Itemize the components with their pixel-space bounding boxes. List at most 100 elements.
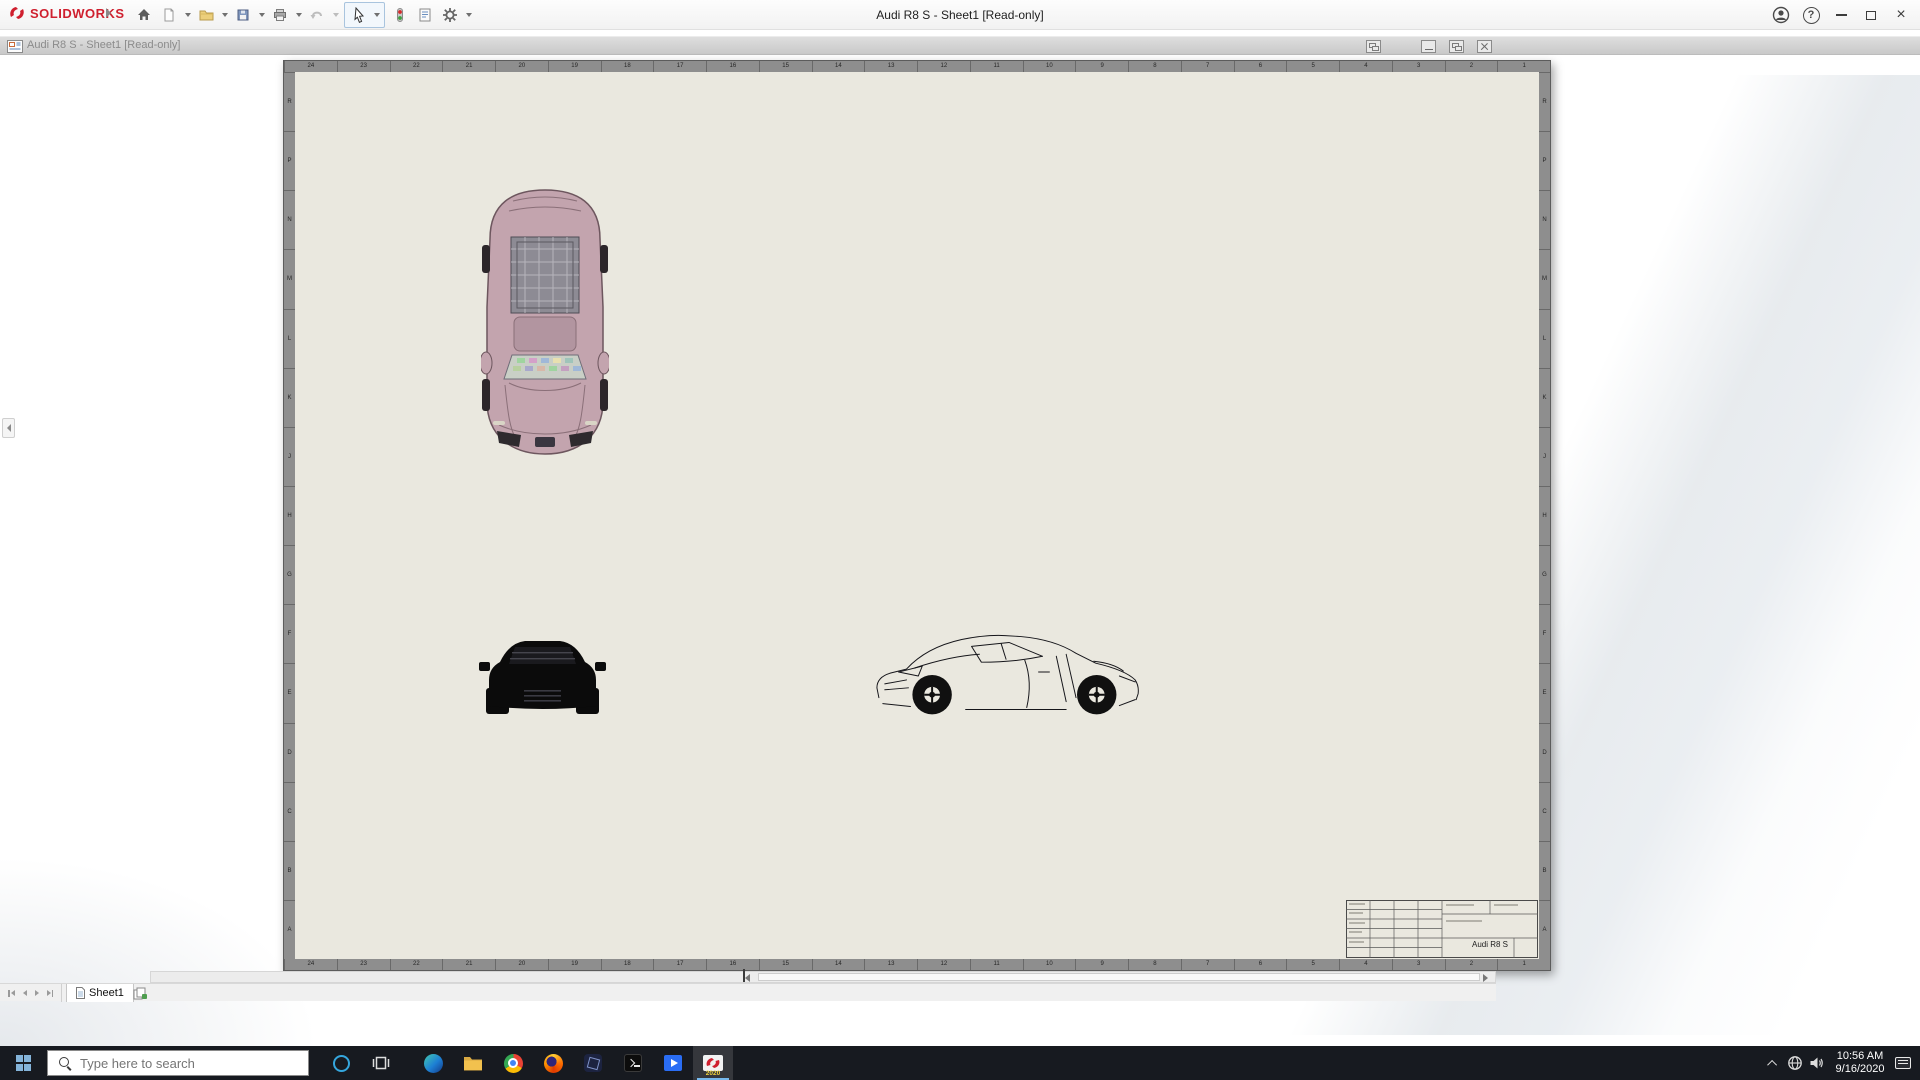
close-icon: ×: [1896, 6, 1906, 23]
sheet-paper[interactable]: Audi R8 S: [295, 72, 1539, 959]
zone-label: K: [1539, 367, 1550, 427]
zone-label: 21: [442, 61, 495, 72]
task-view-button[interactable]: [361, 1046, 401, 1080]
zone-label: A: [284, 899, 295, 959]
last-sheet-button[interactable]: [46, 989, 53, 997]
chrome-icon: [503, 1053, 523, 1073]
zone-label: P: [284, 131, 295, 190]
zone-label: 14: [811, 959, 865, 970]
search-icon: [58, 1056, 72, 1070]
account-button[interactable]: [1766, 0, 1796, 30]
taskbar-clock[interactable]: 10:56 AM 9/16/2020: [1828, 1050, 1892, 1076]
zone-label: 13: [864, 61, 917, 72]
new-document-dropdown[interactable]: [182, 2, 193, 28]
volume-button[interactable]: [1806, 1046, 1828, 1080]
open-dropdown[interactable]: [219, 2, 230, 28]
taskbar-search[interactable]: [47, 1050, 309, 1076]
minimize-button[interactable]: [1826, 0, 1856, 30]
zone-label: G: [1539, 545, 1550, 604]
select-dropdown[interactable]: [371, 2, 382, 28]
doc-cascade-button[interactable]: [1366, 40, 1381, 53]
zone-label: N: [284, 190, 295, 249]
main-toolbar: [132, 0, 474, 30]
save-dropdown[interactable]: [256, 2, 267, 28]
drawing-view-top[interactable]: [481, 187, 609, 457]
zone-label: 21: [442, 959, 495, 970]
doc-minimize-button[interactable]: [1421, 40, 1436, 53]
tab-sheet1[interactable]: Sheet1: [66, 984, 134, 1002]
firefox-button[interactable]: [533, 1046, 573, 1080]
terminal-icon: [624, 1054, 642, 1072]
zone-border-right: RPNMLKJHGFEDCBA: [1539, 72, 1550, 959]
cortana-button[interactable]: [321, 1046, 361, 1080]
zone-label: H: [284, 485, 295, 545]
zone-label: 6: [1233, 61, 1287, 72]
zone-label: 1: [1497, 61, 1550, 72]
options-button[interactable]: [438, 2, 462, 28]
panel-collapse-button[interactable]: [2, 418, 15, 438]
file-properties-icon: [419, 8, 431, 22]
start-button[interactable]: [0, 1046, 47, 1080]
open-button[interactable]: [194, 2, 218, 28]
help-button[interactable]: [1796, 0, 1826, 30]
3d-viewer-button[interactable]: [573, 1046, 613, 1080]
drawing-sheet[interactable]: 24 23 22 21 20 19 18 17 16 15 14 13 12 11 10 9 8 7 6 5 4 3 2 1 …: [283, 60, 1551, 971]
new-document-button[interactable]: [157, 2, 181, 28]
drawing-view-front[interactable]: [479, 632, 606, 718]
close-button[interactable]: ×: [1886, 0, 1916, 30]
scrollbar-thumb[interactable]: [758, 973, 1480, 981]
home-button[interactable]: [132, 2, 156, 28]
clock-time: 10:56 AM: [1836, 1050, 1884, 1062]
undo-icon: [310, 11, 322, 19]
doc-close-button[interactable]: [1477, 40, 1492, 53]
file-properties-button[interactable]: [413, 2, 437, 28]
cortana-icon: [332, 1054, 350, 1072]
zone-label: 12: [917, 959, 970, 970]
search-input[interactable]: [80, 1055, 280, 1071]
movies-tv-button[interactable]: [653, 1046, 693, 1080]
scroll-left-icon[interactable]: [745, 974, 750, 982]
zone-label: 20: [495, 61, 548, 72]
zone-label: 1: [1497, 959, 1550, 970]
title-block[interactable]: Audi R8 S: [1346, 900, 1538, 958]
app-titlebar: SOLIDWORKS Audi R8 S - Sheet1 [Read-only…: [0, 0, 1920, 30]
maximize-button[interactable]: [1856, 0, 1886, 30]
print-dropdown[interactable]: [293, 2, 304, 28]
zone-label: 24: [284, 959, 337, 970]
first-sheet-button[interactable]: [8, 989, 15, 997]
terminal-button[interactable]: [613, 1046, 653, 1080]
file-explorer-button[interactable]: [453, 1046, 493, 1080]
titlebar-controls: ×: [1766, 0, 1916, 30]
next-sheet-button[interactable]: [34, 990, 39, 996]
drawing-view-side[interactable]: [871, 632, 1147, 718]
roof: [513, 316, 577, 352]
title-block-grid: [1346, 900, 1538, 958]
chrome-button[interactable]: [493, 1046, 533, 1080]
zone-label: 5: [1286, 959, 1339, 970]
solidworks-taskbar-button[interactable]: 2020: [693, 1046, 733, 1080]
horizontal-scrollbar[interactable]: [150, 971, 1496, 983]
tray-expand-button[interactable]: [1762, 1046, 1784, 1080]
zone-label: J: [1539, 426, 1550, 486]
undo-dropdown[interactable]: [330, 2, 341, 28]
previous-sheet-button[interactable]: [22, 990, 27, 996]
add-sheet-button[interactable]: [127, 984, 153, 1002]
options-dropdown[interactable]: [463, 2, 474, 28]
mirror-right: [595, 662, 606, 671]
print-button[interactable]: [268, 2, 292, 28]
select-button[interactable]: [347, 2, 371, 28]
zone-border-left: RPNMLKJHGFEDCBA: [284, 72, 295, 959]
scroll-right-icon[interactable]: [1483, 974, 1488, 982]
zone-label: R: [1539, 72, 1550, 131]
save-button[interactable]: [231, 2, 255, 28]
zone-label: G: [284, 545, 295, 604]
touch-keyboard-button[interactable]: [1892, 1046, 1914, 1080]
rebuild-button[interactable]: [388, 2, 412, 28]
undo-button[interactable]: [305, 2, 329, 28]
edge-button[interactable]: [413, 1046, 453, 1080]
doc-restore-button[interactable]: [1449, 40, 1464, 53]
menu-expand-icon[interactable]: [106, 8, 111, 18]
network-button[interactable]: [1784, 1046, 1806, 1080]
minimize-icon: [1835, 14, 1847, 16]
home-icon: [138, 9, 150, 20]
